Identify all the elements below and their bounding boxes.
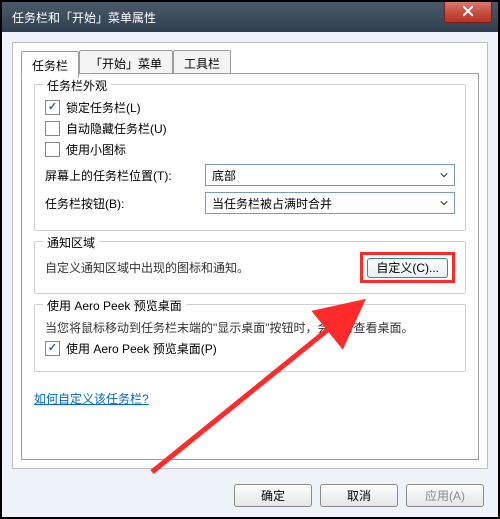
titlebar[interactable]: 任务栏和「开始」菜单属性 bbox=[2, 2, 498, 32]
tab-taskbar[interactable]: 任务栏 bbox=[21, 51, 79, 78]
help-link[interactable]: 如何自定义该任务栏? bbox=[34, 390, 149, 407]
group-aero-title: 使用 Aero Peek 预览桌面 bbox=[43, 297, 186, 314]
group-notification: 通知区域 自定义通知区域中出现的图标和通知。 自定义(C)... bbox=[34, 241, 466, 294]
customize-button[interactable]: 自定义(C)... bbox=[367, 258, 448, 278]
close-icon bbox=[462, 5, 474, 20]
row-lock-taskbar: 锁定任务栏(L) bbox=[45, 99, 455, 116]
ok-button[interactable]: 确定 bbox=[234, 484, 312, 507]
window-buttons bbox=[444, 2, 498, 32]
tab-toolbars-label: 工具栏 bbox=[184, 57, 220, 71]
dialog-buttons: 确定 取消 应用(A) bbox=[234, 484, 484, 507]
label-autohide[interactable]: 自动隐藏任务栏(U) bbox=[66, 120, 167, 137]
row-aero-peek: 使用 Aero Peek 预览桌面(P) bbox=[45, 340, 455, 357]
tab-startmenu-label: 「开始」菜单 bbox=[90, 57, 162, 71]
label-aero-peek[interactable]: 使用 Aero Peek 预览桌面(P) bbox=[66, 340, 217, 357]
group-appearance: 任务栏外观 锁定任务栏(L) 自动隐藏任务栏(U) 使用小图标 屏幕上的任务栏位… bbox=[34, 84, 466, 231]
help-link-label: 如何自定义该任务栏? bbox=[34, 392, 149, 406]
label-smallicons[interactable]: 使用小图标 bbox=[66, 141, 126, 158]
combo-buttons[interactable]: 当任务栏被占满时合并 bbox=[205, 192, 455, 214]
combo-location[interactable]: 底部 bbox=[205, 164, 455, 186]
combo-buttons-value: 当任务栏被占满时合并 bbox=[212, 195, 332, 212]
ok-button-label: 确定 bbox=[261, 489, 285, 503]
checkbox-aero-peek[interactable] bbox=[45, 341, 60, 356]
checkbox-smallicons[interactable] bbox=[45, 142, 60, 157]
cancel-button[interactable]: 取消 bbox=[320, 484, 398, 507]
label-buttons: 任务栏按钮(B): bbox=[45, 195, 205, 212]
checkbox-lock-taskbar[interactable] bbox=[45, 100, 60, 115]
properties-window: 任务栏和「开始」菜单属性 任务栏 「开始」菜单 工具栏 任务栏外观 锁定任务栏(… bbox=[0, 0, 500, 519]
group-appearance-title: 任务栏外观 bbox=[43, 77, 111, 94]
label-location: 屏幕上的任务栏位置(T): bbox=[45, 167, 205, 184]
label-lock-taskbar[interactable]: 锁定任务栏(L) bbox=[66, 99, 141, 116]
notification-desc: 自定义通知区域中出现的图标和通知。 bbox=[45, 259, 249, 276]
group-notification-title: 通知区域 bbox=[43, 234, 99, 251]
window-title: 任务栏和「开始」菜单属性 bbox=[12, 9, 156, 26]
highlight-annotation: 自定义(C)... bbox=[360, 252, 455, 283]
customize-button-label: 自定义(C)... bbox=[376, 261, 439, 275]
row-buttons: 任务栏按钮(B): 当任务栏被占满时合并 bbox=[45, 192, 455, 214]
apply-button[interactable]: 应用(A) bbox=[406, 484, 484, 507]
chevron-down-icon bbox=[436, 195, 452, 211]
tab-taskbar-label: 任务栏 bbox=[32, 59, 68, 73]
aero-desc: 当您将鼠标移动到任务栏末端的"显示桌面"按钮时，会暂时查看桌面。 bbox=[45, 319, 455, 336]
checkbox-autohide[interactable] bbox=[45, 121, 60, 136]
row-smallicons: 使用小图标 bbox=[45, 141, 455, 158]
cancel-button-label: 取消 bbox=[347, 489, 371, 503]
apply-button-label: 应用(A) bbox=[425, 489, 465, 503]
tabpanel-taskbar: 任务栏外观 锁定任务栏(L) 自动隐藏任务栏(U) 使用小图标 屏幕上的任务栏位… bbox=[21, 73, 479, 460]
group-aero-peek: 使用 Aero Peek 预览桌面 当您将鼠标移动到任务栏末端的"显示桌面"按钮… bbox=[34, 304, 466, 372]
combo-location-value: 底部 bbox=[212, 167, 236, 184]
tab-strip: 任务栏 「开始」菜单 工具栏 bbox=[21, 49, 231, 76]
row-autohide: 自动隐藏任务栏(U) bbox=[45, 120, 455, 137]
row-location: 屏幕上的任务栏位置(T): 底部 bbox=[45, 164, 455, 186]
client-area: 任务栏 「开始」菜单 工具栏 任务栏外观 锁定任务栏(L) 自动隐藏任务栏(U)… bbox=[12, 42, 488, 469]
close-button[interactable] bbox=[444, 2, 492, 23]
chevron-down-icon bbox=[436, 167, 452, 183]
